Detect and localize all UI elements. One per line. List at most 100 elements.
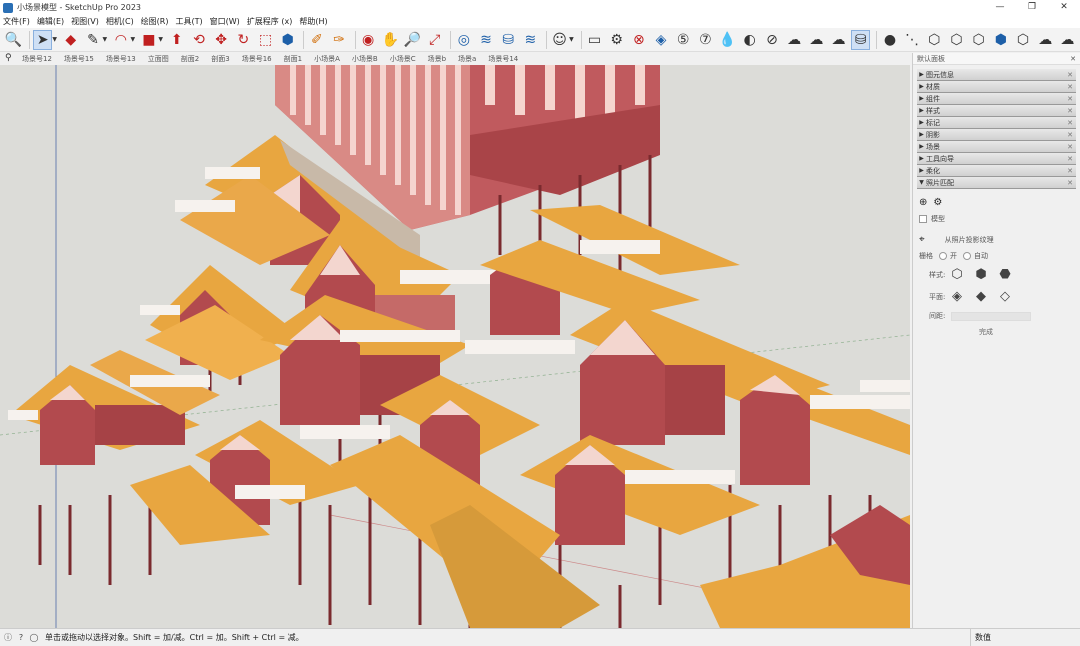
tray-section-entity-info[interactable]: ▶ 图元信息 ✕ (917, 69, 1076, 81)
hexagon-b-icon[interactable]: ⬡ (947, 30, 966, 50)
search-icon[interactable]: ⚲ (5, 53, 12, 63)
section-close-icon[interactable]: ✕ (1067, 107, 1073, 115)
plugin-50-icon[interactable]: ⑤ (674, 30, 693, 50)
photo-settings-icon[interactable]: ⚙ (933, 197, 942, 208)
section-close-icon[interactable]: ✕ (1067, 119, 1073, 127)
scene-tab[interactable]: 场景号13 (106, 54, 136, 64)
tray-section-materials[interactable]: ▶ 材质 ✕ (917, 81, 1076, 93)
menu-window[interactable]: 窗口(W) (210, 16, 240, 27)
user-icon[interactable]: ◯ (29, 633, 39, 642)
zoom-extents-icon[interactable]: 🔍 (4, 30, 23, 50)
done-button[interactable]: 完成 (979, 327, 1074, 337)
warehouse-icon[interactable]: ◎ (454, 30, 473, 50)
rotate-tool-icon[interactable]: ↻ (234, 30, 253, 50)
plane-red-blue-icon[interactable]: ◆ (973, 289, 989, 305)
push-pull-tool-icon[interactable]: ⬆ (167, 30, 186, 50)
select-dropdown-icon[interactable]: ▼ (52, 36, 58, 43)
menu-draw[interactable]: 绘图(R) (141, 16, 169, 27)
grid-auto-radio[interactable] (963, 252, 971, 260)
select-tool-icon[interactable]: ➤ (33, 29, 53, 50)
menu-file[interactable]: 文件(F) (3, 16, 30, 27)
hexagon-c-icon[interactable]: ⬡ (969, 30, 988, 50)
section-close-icon[interactable]: ✕ (1067, 155, 1073, 163)
scene-tab[interactable]: 场景号16 (242, 54, 272, 64)
shape-dropdown-icon[interactable]: ▼ (158, 36, 164, 43)
layout-icon[interactable]: ⛁ (499, 30, 518, 50)
add-photo-icon[interactable]: ⊕ (919, 197, 927, 208)
measurements-box[interactable]: 数值 (970, 629, 1080, 646)
menu-view[interactable]: 视图(V) (71, 16, 99, 27)
arc-tool-icon[interactable]: ◠ (111, 30, 130, 50)
scene-tab[interactable]: 场景号15 (64, 54, 94, 64)
scene-tab[interactable]: 小场景B (352, 54, 378, 64)
zoom-tool-icon[interactable]: 🔎 (403, 30, 422, 50)
hexagon-d-icon[interactable]: ⬢ (991, 30, 1010, 50)
scene-tab[interactable]: 场景b (428, 54, 446, 64)
minimize-button[interactable]: — (984, 0, 1016, 15)
section-close-icon[interactable]: ✕ (1067, 71, 1073, 79)
section-close-icon[interactable]: ✕ (1067, 83, 1073, 91)
scene-tab[interactable]: 立面图 (148, 54, 169, 64)
scene-tab[interactable]: 场景号14 (488, 54, 518, 64)
plugin-a-icon[interactable]: ◈ (651, 30, 670, 50)
pan-tool-icon[interactable]: ✋ (381, 30, 400, 50)
section-close-icon[interactable]: ✕ (1067, 179, 1073, 187)
project-texture-button[interactable]: 从照片投影纹理 (945, 235, 994, 245)
close-button[interactable]: ✕ (1048, 0, 1080, 15)
user-account-icon[interactable]: ☺ (550, 30, 569, 50)
stack-layers-icon[interactable]: ⛁ (851, 29, 871, 50)
share-model-icon[interactable]: ≋ (521, 30, 540, 50)
tray-close-icon[interactable]: ✕ (1070, 55, 1076, 63)
open-folder-icon[interactable]: ▭ (585, 30, 604, 50)
grid-on-radio[interactable] (939, 252, 947, 260)
info-icon[interactable]: ⓘ (3, 632, 13, 643)
scene-tab[interactable]: 场景a (458, 54, 476, 64)
tape-measure-icon[interactable]: ✐ (307, 30, 326, 50)
zoom-window-icon[interactable]: ⤢ (425, 30, 444, 50)
extension-warehouse-icon[interactable]: ≋ (476, 30, 495, 50)
grid-style-cube-icon[interactable]: ⬡ (949, 267, 965, 283)
help-icon[interactable]: ? (16, 633, 26, 642)
scale-tool-icon[interactable]: ⬚ (256, 30, 275, 50)
plane-green-blue-icon[interactable]: ◇ (997, 289, 1013, 305)
text-tool-icon[interactable]: ✑ (329, 30, 348, 50)
tray-section-shadows[interactable]: ▶ 阴影 ✕ (917, 129, 1076, 141)
eraser-tool-icon[interactable]: ◆ (61, 30, 80, 50)
hexagon-a-icon[interactable]: ⬡ (925, 30, 944, 50)
scene-tab[interactable]: 小场景A (314, 54, 340, 64)
hexagon-e-icon[interactable]: ⬡ (1013, 30, 1032, 50)
plane-red-green-icon[interactable]: ◈ (949, 289, 965, 305)
offset-tool-icon[interactable]: ⟲ (189, 30, 208, 50)
scene-tab[interactable]: 剖面1 (284, 54, 302, 64)
menu-camera[interactable]: 相机(C) (106, 16, 134, 27)
cloud-remove-icon[interactable]: ☁ (829, 30, 848, 50)
section-close-icon[interactable]: ✕ (1067, 131, 1073, 139)
arc-dropdown-icon[interactable]: ▼ (130, 36, 136, 43)
tray-section-tags[interactable]: ▶ 标记 ✕ (917, 117, 1076, 129)
cloud-x-icon[interactable]: ☁ (785, 30, 804, 50)
cloud-refresh-icon[interactable]: ☁ (1058, 30, 1077, 50)
section-close-icon[interactable]: ✕ (1067, 167, 1073, 175)
maximize-button[interactable]: ❐ (1016, 0, 1048, 15)
tray-section-soften[interactable]: ▶ 柔化 ✕ (917, 165, 1076, 177)
move-tool-icon[interactable]: ✥ (212, 30, 231, 50)
model-checkbox[interactable] (919, 215, 927, 223)
account-dropdown-icon[interactable]: ▼ (569, 36, 575, 43)
stripes-circle-icon[interactable]: ⊘ (762, 30, 781, 50)
crosshair-icon[interactable]: ⌖ (919, 234, 925, 245)
dot-icon[interactable]: ● (880, 30, 899, 50)
scene-tab[interactable]: 剖面2 (181, 54, 199, 64)
cloud-sync-icon[interactable]: ☁ (1036, 30, 1055, 50)
tray-section-scenes[interactable]: ▶ 场景 ✕ (917, 141, 1076, 153)
dashed-line-icon[interactable]: ⋱ (903, 30, 922, 50)
menu-tools[interactable]: 工具(T) (176, 16, 203, 27)
tray-section-match-photo[interactable]: ▼ 照片匹配 ✕ (917, 177, 1076, 189)
settings-gear-icon[interactable]: ⚙ (607, 30, 626, 50)
orbit-tool-icon[interactable]: ◉ (359, 30, 378, 50)
tray-section-styles[interactable]: ▶ 样式 ✕ (917, 105, 1076, 117)
water-drop-icon[interactable]: 💧 (718, 30, 737, 50)
tray-section-components[interactable]: ▶ 组件 ✕ (917, 93, 1076, 105)
pencil-tool-icon[interactable]: ✎ (83, 30, 102, 50)
grid-style-plane-icon[interactable]: ⬣ (997, 267, 1013, 283)
grid-style-box-icon[interactable]: ⬢ (973, 267, 989, 283)
